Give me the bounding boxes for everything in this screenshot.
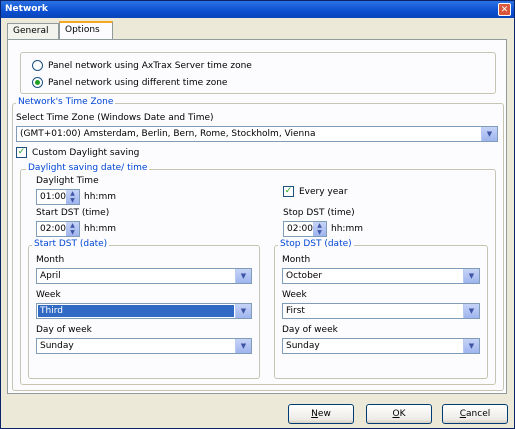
cancel-button[interactable]: Cancel	[442, 404, 508, 424]
dst-legend: Daylight saving date/ time	[26, 163, 150, 173]
timezone-value: (GMT+01:00) Amsterdam, Berlin, Bern, Rom…	[20, 129, 316, 139]
start-dst-time-unit: hh:mm	[84, 224, 116, 234]
stop-dow-label: Day of week	[282, 325, 338, 335]
daylight-time-unit: hh:mm	[84, 192, 116, 202]
cancel-button-label: ancel	[466, 409, 491, 419]
stop-dst-time-value: 02:00	[287, 224, 313, 234]
daylight-time-spinner[interactable]: 01:00 ▲ ▼	[36, 189, 80, 205]
every-year-label: Every year	[299, 187, 348, 197]
custom-dst-checkbox[interactable]: ✓	[16, 147, 27, 158]
tab-general-label: General	[13, 26, 49, 36]
start-dst-date-legend: Start DST (date)	[32, 239, 110, 249]
options-panel: Panel network using AxTrax Server time z…	[7, 39, 507, 394]
stop-month-dropdown[interactable]: October ▼	[282, 268, 480, 284]
chevron-down-icon[interactable]: ▼	[235, 269, 251, 283]
radio-axtrax-timezone[interactable]	[32, 60, 43, 71]
start-dow-dropdown[interactable]: Sunday ▼	[36, 338, 252, 354]
start-month-dropdown[interactable]: April ▼	[36, 268, 252, 284]
stop-dst-time-label: Stop DST (time)	[283, 208, 355, 218]
stop-dst-time-unit: hh:mm	[331, 224, 363, 234]
spin-arrows-icon[interactable]: ▲ ▼	[313, 222, 326, 236]
stop-week-label: Week	[282, 290, 307, 300]
ok-button-label: K	[399, 409, 406, 419]
stop-month-value: October	[286, 271, 323, 281]
close-icon[interactable]: ✕	[498, 3, 511, 16]
radio-different-timezone[interactable]	[32, 77, 43, 88]
stop-dow-dropdown[interactable]: Sunday ▼	[282, 338, 480, 354]
daylight-time-value: 01:00	[40, 192, 66, 202]
network-timezone-legend: Network's Time Zone	[16, 97, 116, 107]
ok-button[interactable]: OK	[366, 404, 432, 424]
chevron-down-icon[interactable]: ▼	[481, 127, 497, 141]
start-month-label: Month	[36, 255, 65, 265]
tab-options-label: Options	[65, 25, 100, 35]
stop-dow-value: Sunday	[286, 341, 320, 351]
spin-arrows-icon[interactable]: ▲ ▼	[66, 222, 79, 236]
start-week-label: Week	[36, 290, 61, 300]
radio-axtrax-label: Panel network using AxTrax Server time z…	[48, 61, 252, 71]
window-title: Network	[5, 4, 48, 14]
daylight-time-label: Daylight Time	[36, 176, 99, 186]
tab-options[interactable]: Options	[59, 21, 113, 40]
every-year-checkbox[interactable]: ✓	[283, 186, 294, 197]
stop-dst-date-legend: Stop DST (date)	[278, 239, 354, 249]
title-bar[interactable]: Network ✕	[1, 1, 514, 18]
stop-week-dropdown[interactable]: First ▼	[282, 303, 480, 319]
start-week-value: Third	[38, 305, 234, 317]
spin-arrows-icon[interactable]: ▲ ▼	[66, 190, 79, 204]
network-dialog: Network ✕ General Options Panel network …	[0, 0, 515, 429]
select-timezone-label: Select Time Zone (Windows Date and Time)	[16, 113, 214, 123]
chevron-down-icon[interactable]: ▼	[463, 339, 479, 353]
stop-month-label: Month	[282, 255, 311, 265]
stop-dst-time-spinner[interactable]: 02:00 ▲ ▼	[283, 221, 327, 237]
chevron-down-icon[interactable]: ▼	[463, 304, 479, 318]
custom-dst-label: Custom Daylight saving	[32, 148, 140, 158]
timezone-dropdown[interactable]: (GMT+01:00) Amsterdam, Berlin, Bern, Rom…	[16, 126, 498, 142]
radio-different-label: Panel network using different time zone	[48, 78, 228, 88]
new-button[interactable]: New	[288, 404, 354, 424]
chevron-down-icon[interactable]: ▼	[235, 339, 251, 353]
chevron-down-icon[interactable]: ▼	[463, 269, 479, 283]
start-dst-time-spinner[interactable]: 02:00 ▲ ▼	[36, 221, 80, 237]
new-button-label: ew	[317, 409, 331, 419]
start-dst-time-value: 02:00	[40, 224, 66, 234]
start-dst-time-label: Start DST (time)	[36, 208, 110, 218]
ok-button-accesskey: O	[392, 409, 400, 419]
start-week-dropdown[interactable]: Third ▼	[36, 303, 252, 319]
new-button-accesskey: N	[311, 409, 318, 419]
stop-week-value: First	[286, 306, 305, 316]
start-month-value: April	[40, 271, 61, 281]
start-dow-label: Day of week	[36, 325, 92, 335]
tab-general[interactable]: General	[7, 23, 59, 39]
chevron-down-icon[interactable]: ▼	[235, 304, 251, 318]
start-dow-value: Sunday	[40, 341, 74, 351]
